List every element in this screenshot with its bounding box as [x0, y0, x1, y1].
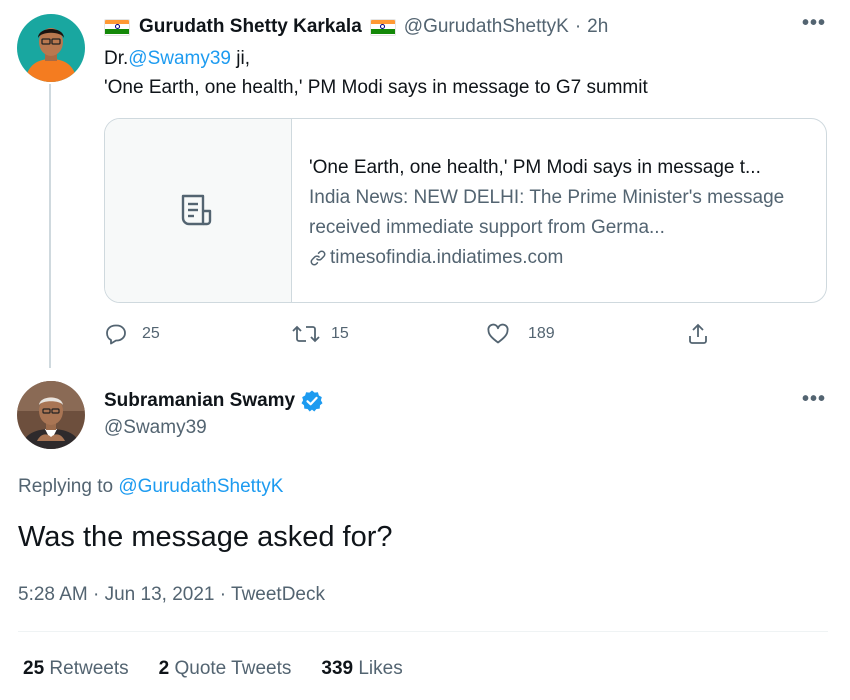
replying-to-row: Replying to @GurudathShettyK — [18, 476, 283, 498]
main-handle[interactable]: @Swamy39 — [104, 417, 207, 439]
link-icon — [310, 250, 326, 266]
text-prefix: Dr. — [104, 48, 129, 69]
main-tweet-name-row: Subramanian Swamy — [104, 389, 324, 413]
divider — [18, 631, 828, 632]
card-body: 'One Earth, one health,' PM Modi says in… — [309, 153, 814, 273]
main-display-name[interactable]: Subramanian Swamy — [104, 390, 295, 412]
reply-icon — [106, 324, 126, 345]
more-icon[interactable]: ••• — [802, 388, 826, 411]
article-icon — [181, 194, 212, 226]
card-domain: timesofindia.indiatimes.com — [330, 247, 564, 268]
like-action[interactable]: 189 — [486, 322, 555, 346]
reply-action[interactable]: 25 — [104, 322, 160, 346]
card-thumbnail — [105, 119, 292, 302]
text-suffix: ji, — [231, 48, 250, 69]
parent-tweet-header: Gurudath Shetty Karkala @GurudathShettyK… — [104, 16, 608, 38]
parent-tweet-text-line2: 'One Earth, one health,' PM Modi says in… — [104, 77, 648, 98]
card-domain-row: timesofindia.indiatimes.com — [309, 243, 814, 273]
parent-handle[interactable]: @GurudathShettyK — [404, 16, 569, 38]
retweet-count: 15 — [331, 325, 349, 342]
tweet-timestamp[interactable]: 5:28 AM · Jun 13, 2021 · TweetDeck — [18, 584, 325, 606]
flag-india-icon — [104, 18, 130, 36]
replying-to-link[interactable]: @GurudathShettyK — [118, 476, 283, 497]
retweet-icon — [292, 325, 320, 343]
mention-link[interactable]: @Swamy39 — [128, 48, 231, 69]
header-separator: · — [574, 16, 582, 37]
avatar-swamy[interactable] — [17, 381, 85, 449]
parent-tweet-text-line1: Dr.@Swamy39 ji, — [104, 44, 250, 74]
reply-count: 25 — [142, 325, 160, 342]
card-title: 'One Earth, one health,' PM Modi says in… — [309, 157, 761, 178]
verified-badge-icon — [301, 390, 323, 412]
avatar-gurudath[interactable] — [17, 14, 85, 82]
card-description: India News: NEW DELHI: The Prime Ministe… — [309, 187, 785, 238]
more-icon[interactable]: ••• — [802, 12, 826, 35]
replying-prefix: Replying to — [18, 476, 119, 497]
retweets-stat[interactable]: 25 Retweets — [23, 658, 129, 680]
quote-tweets-stat[interactable]: 2 Quote Tweets — [159, 658, 292, 680]
share-action[interactable] — [686, 322, 710, 346]
main-tweet-text: Was the message asked for? — [18, 521, 393, 553]
likes-stat[interactable]: 339 Likes — [321, 658, 402, 680]
retweet-action[interactable]: 15 — [291, 322, 349, 346]
like-count: 189 — [528, 325, 555, 342]
like-icon — [487, 323, 509, 344]
thread-connector-line — [49, 84, 51, 368]
engagement-stats: 25 Retweets 2 Quote Tweets 339 Likes — [23, 658, 403, 680]
link-preview-card[interactable]: 'One Earth, one health,' PM Modi says in… — [104, 118, 827, 303]
share-icon — [689, 323, 707, 344]
flag-india-icon — [369, 18, 396, 36]
parent-time[interactable]: 2h — [587, 16, 608, 38]
parent-display-name[interactable]: Gurudath Shetty Karkala — [139, 16, 362, 38]
